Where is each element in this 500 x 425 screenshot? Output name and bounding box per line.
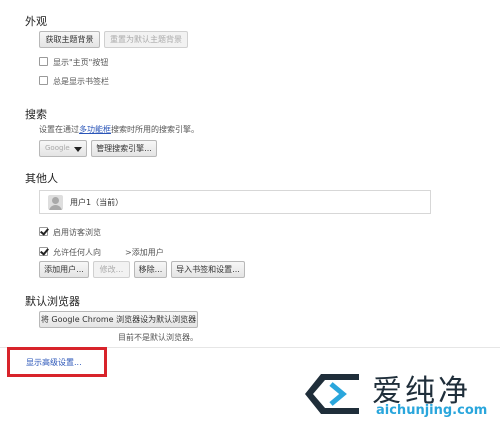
import-bookmarks-button[interactable]: 导入书签和设置... <box>171 261 245 278</box>
add-user-button[interactable]: 添加用户... <box>39 261 89 278</box>
chevron-down-icon <box>74 147 82 152</box>
show-bookmarks-checkbox[interactable] <box>39 76 48 85</box>
user-list: 用户1（当前） <box>39 190 431 214</box>
allow-add-user-suffix: >添加用户 <box>125 248 164 257</box>
search-desc-suffix: 搜索时所用的搜索引擎。 <box>111 125 199 134</box>
set-default-browser-button[interactable]: 将 Google Chrome 浏览器设为默认浏览器 <box>39 311 198 328</box>
user-name: 用户1（当前） <box>70 198 124 207</box>
search-description: 设置在通过多功能框搜索时所用的搜索引擎。 <box>39 124 199 135</box>
logo-text-en: aichunjing.com <box>376 403 488 418</box>
search-desc-prefix: 设置在通过 <box>39 125 79 134</box>
guest-browsing-checkbox[interactable] <box>39 227 48 236</box>
show-bookmarks-label: 总是显示书签栏 <box>53 77 109 86</box>
guest-browsing-label: 启用访客浏览 <box>53 228 101 237</box>
people-title: 其他人 <box>25 172 58 185</box>
user-row[interactable]: 用户1（当前） <box>40 191 430 213</box>
avatar <box>48 195 63 210</box>
search-engine-select[interactable]: Google <box>39 140 87 157</box>
default-browser-title: 默认浏览器 <box>25 295 80 308</box>
search-engine-value: Google <box>45 144 70 152</box>
omnibox-link[interactable]: 多功能框 <box>79 125 111 134</box>
highlight-box <box>7 347 107 377</box>
allow-add-user-checkbox[interactable] <box>39 247 48 256</box>
show-home-checkbox[interactable] <box>39 57 48 66</box>
get-theme-button[interactable]: 获取主题背景 <box>39 31 100 48</box>
edit-user-button[interactable]: 修改... <box>93 261 130 278</box>
reset-theme-button[interactable]: 重置为默认主题背景 <box>104 31 188 48</box>
default-browser-status: 目前不是默认浏览器。 <box>118 333 198 342</box>
appearance-title: 外观 <box>25 15 47 28</box>
logo-icon <box>305 374 359 414</box>
search-title: 搜索 <box>25 108 47 121</box>
remove-user-button[interactable]: 移除... <box>134 261 167 278</box>
allow-add-user-label: 允许任何人向 <box>53 248 101 257</box>
show-home-label: 显示"主页"按钮 <box>53 58 109 67</box>
manage-search-engines-button[interactable]: 管理搜索引擎... <box>91 140 157 157</box>
